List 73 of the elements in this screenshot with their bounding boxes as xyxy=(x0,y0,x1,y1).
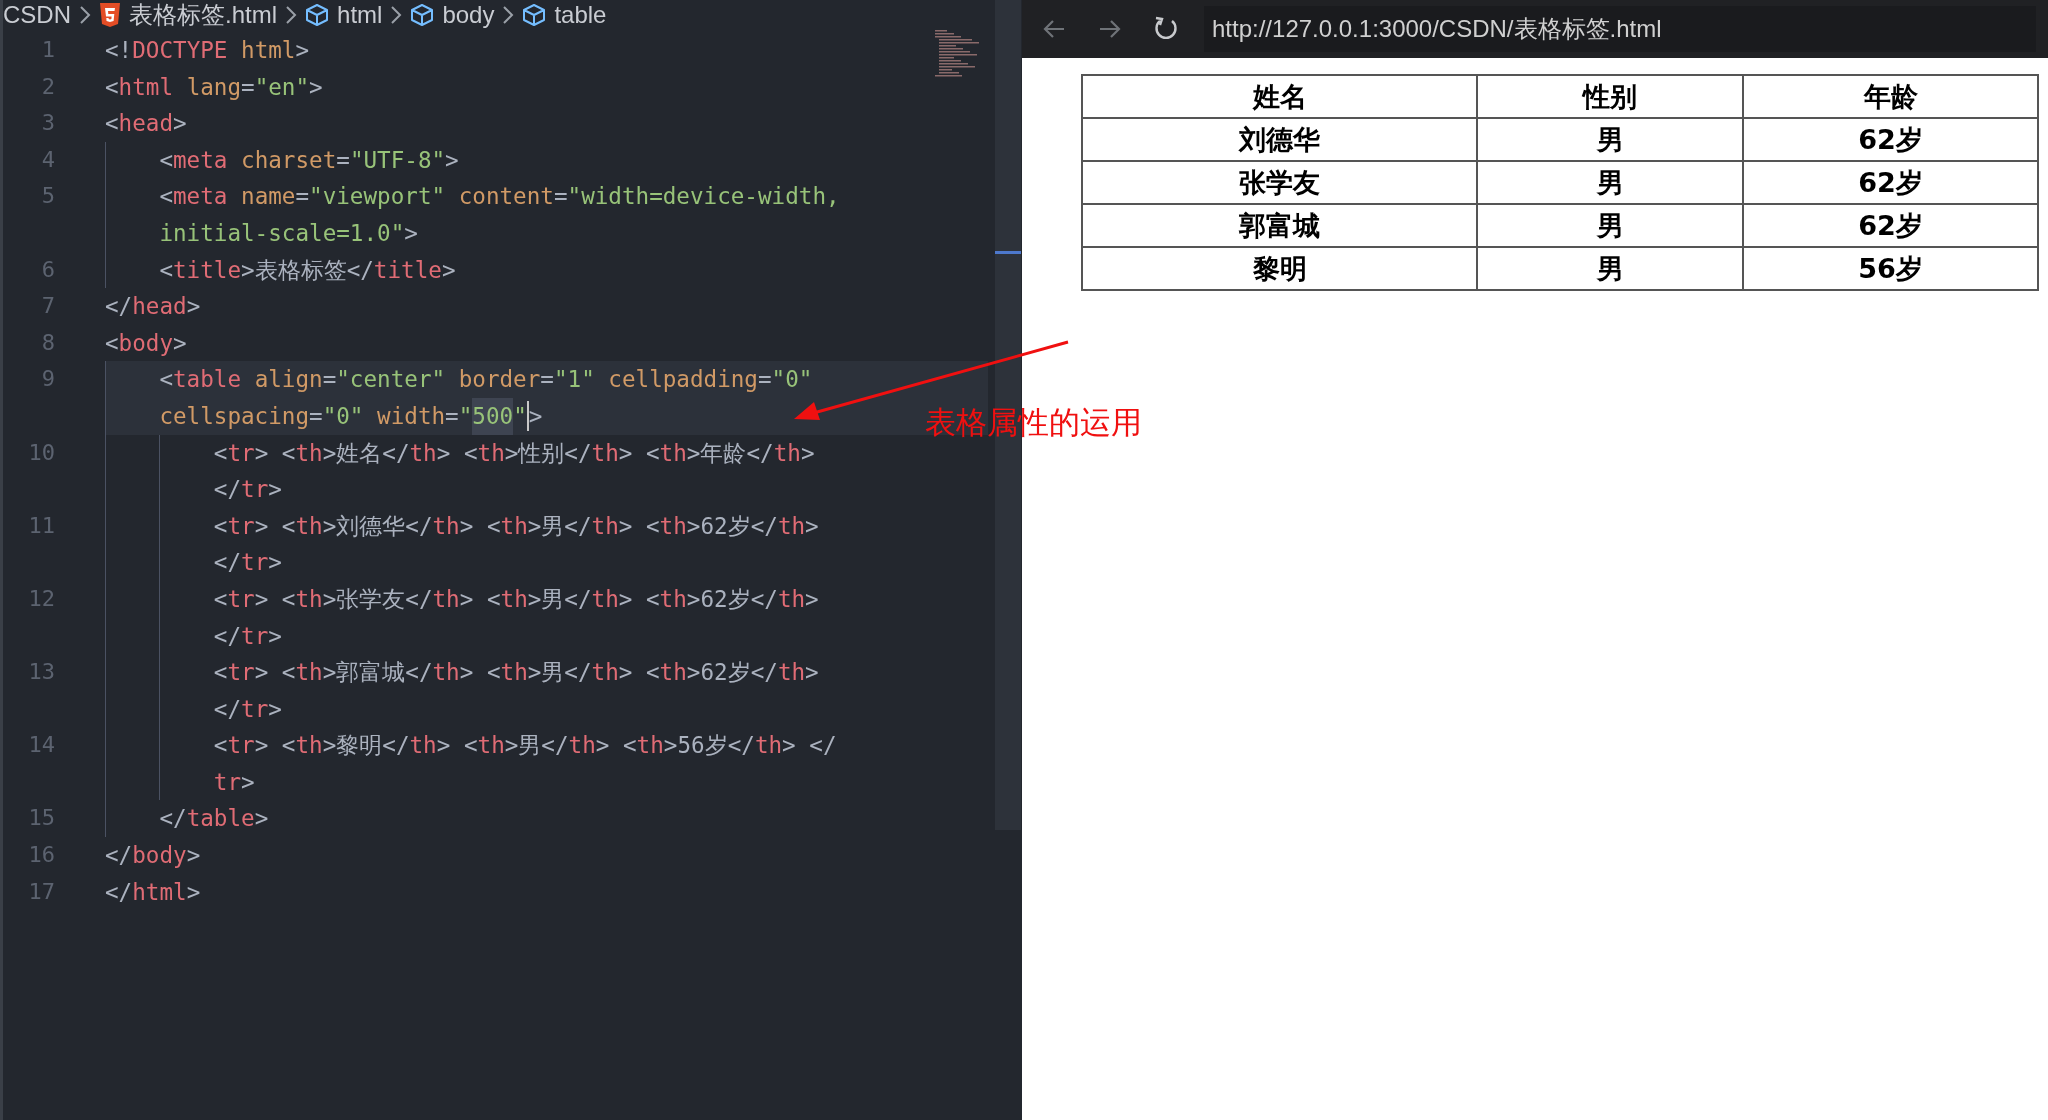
table-cell: 黎明 xyxy=(1082,247,1477,290)
column-header: 年龄 xyxy=(1743,75,2038,118)
line-number: 11 xyxy=(27,511,55,540)
table-cell: 郭富城 xyxy=(1082,204,1477,247)
line-number: 17 xyxy=(27,877,55,906)
breadcrumb-item[interactable]: table xyxy=(554,1,607,29)
code-line: <tr> <th>姓名</th> <th>性别</th> <th>年龄</th> xyxy=(105,434,815,472)
table-cell: 56岁 xyxy=(1743,247,2038,290)
code-line: <table align="center" border="1" cellpadding="0" xyxy=(105,361,813,398)
line-number: 16 xyxy=(27,841,55,870)
code-line: cellspacing="0" width="500"> xyxy=(105,397,543,435)
cube-icon xyxy=(305,3,330,27)
text-cursor xyxy=(526,400,529,431)
code-line: </table> xyxy=(105,800,269,838)
code-line: </tr> xyxy=(105,471,282,508)
table-cell: 男 xyxy=(1477,247,1743,290)
code-line: </body> xyxy=(105,841,201,871)
code-line: <body> xyxy=(105,328,187,358)
table-cell: 62岁 xyxy=(1743,161,2038,204)
table-cell: 刘德华 xyxy=(1082,118,1477,161)
table-cell: 62岁 xyxy=(1743,204,2038,247)
address-bar[interactable]: http://127.0.0.1:3000/CSDN/表格标签.html xyxy=(1204,6,2036,52)
table-cell: 62岁 xyxy=(1743,118,2038,161)
line-number: 8 xyxy=(40,328,55,357)
code-line: <html lang="en"> xyxy=(105,72,323,102)
scrollbar-marker xyxy=(995,251,1021,254)
code-line: </tr> xyxy=(105,617,282,655)
code-line: </head> xyxy=(105,292,201,322)
line-number: 13 xyxy=(27,658,55,687)
breadcrumb-item[interactable]: html xyxy=(337,1,383,29)
table-cell: 张学友 xyxy=(1082,161,1477,204)
line-number: 15 xyxy=(27,804,55,833)
code-line: </tr> xyxy=(105,690,282,728)
line-number: 6 xyxy=(40,255,55,284)
line-number: 10 xyxy=(27,438,55,467)
line-number: 14 xyxy=(27,731,55,760)
column-header: 姓名 xyxy=(1082,75,1477,118)
line-number: 1 xyxy=(40,36,55,64)
table-cell: 男 xyxy=(1477,204,1743,247)
code-line: <tr> <th>张学友</th> <th>男</th> <th>62岁</th> xyxy=(105,580,819,618)
code-line: <tr> <th>郭富城</th> <th>男</th> <th>62岁</th> xyxy=(105,654,819,691)
code-line: <!DOCTYPE html> xyxy=(105,36,310,65)
code-line: <head> xyxy=(105,109,187,139)
breadcrumb-item[interactable]: body xyxy=(442,1,495,29)
code-line: </html> xyxy=(105,877,201,907)
code-line: initial-scale=1.0"> xyxy=(105,214,418,252)
column-header: 性别 xyxy=(1477,75,1743,118)
chevron-icon xyxy=(79,5,91,25)
breadcrumb-item[interactable]: 表格标签.html xyxy=(129,0,278,31)
line-number: 4 xyxy=(40,145,55,174)
cube-icon xyxy=(522,3,547,27)
code-line: <tr> <th>刘德华</th> <th>男</th> <th>62岁</th> xyxy=(105,507,819,545)
breadcrumb-item[interactable]: CSDN xyxy=(3,1,71,29)
table-cell: 男 xyxy=(1477,118,1743,161)
chevron-icon xyxy=(390,5,403,25)
line-number: 3 xyxy=(40,109,55,138)
code-line: <tr> <th>黎明</th> <th>男</th> <th>56岁</th> </ xyxy=(105,727,837,764)
line-number: 7 xyxy=(40,292,55,321)
minimap-drawing xyxy=(933,30,979,80)
code-line: <meta charset="UTF-8"> xyxy=(105,141,459,179)
code-line: <meta name="viewport" content="width=device-width, xyxy=(105,178,840,215)
cube-icon xyxy=(410,3,435,27)
chevron-icon xyxy=(502,5,515,25)
table-cell: 男 xyxy=(1477,161,1743,204)
code-line: tr> xyxy=(105,763,255,801)
chevron-icon xyxy=(285,5,298,25)
code-line: </tr> xyxy=(105,544,282,581)
line-number: 12 xyxy=(27,584,55,613)
line-number: 2 xyxy=(40,72,55,101)
line-number: 9 xyxy=(40,365,55,394)
line-number: 5 xyxy=(40,182,55,211)
html5-icon xyxy=(99,2,121,28)
code-line: <title>表格标签</title> xyxy=(105,251,456,289)
